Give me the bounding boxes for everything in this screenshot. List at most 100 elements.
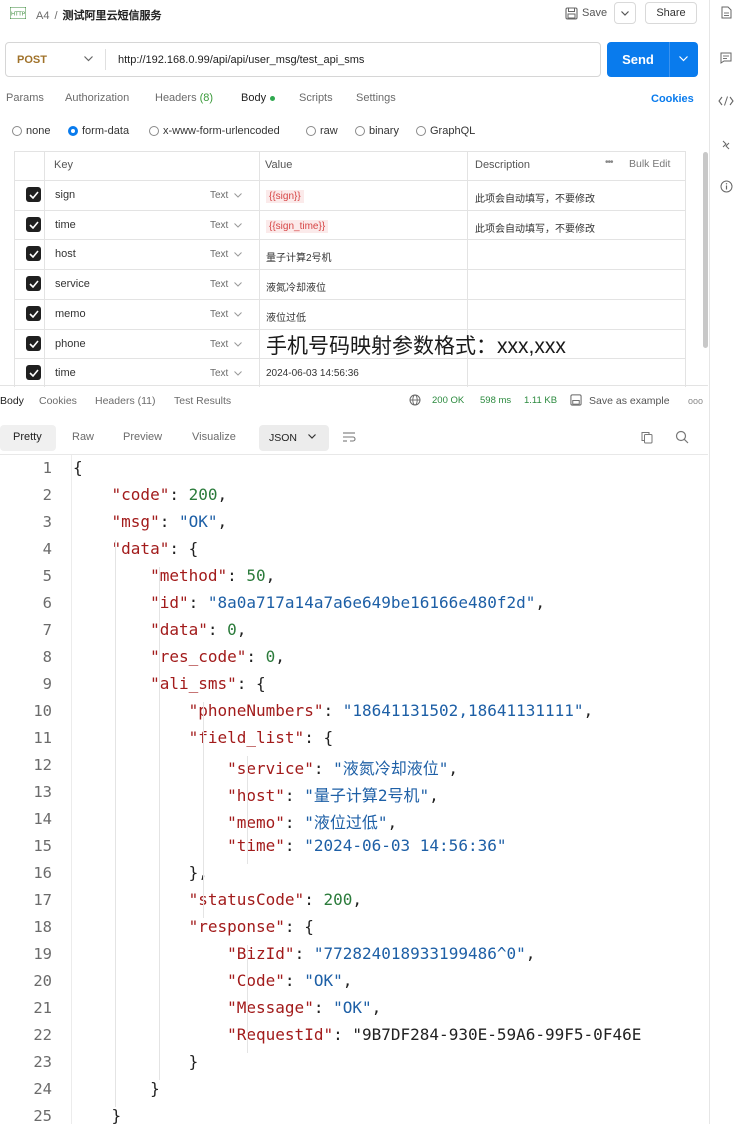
code-line[interactable]: "BizId": "772824018933199486^0", (73, 944, 535, 963)
radio-graphql[interactable]: GraphQL (416, 125, 475, 137)
param-key[interactable]: phone (55, 338, 86, 350)
search-icon[interactable] (675, 430, 689, 444)
code-line[interactable]: "service": "液氮冷却液位", (73, 755, 458, 779)
save-as-example-button[interactable]: Save as example (589, 395, 670, 407)
cookies-link[interactable]: Cookies (651, 93, 694, 105)
row-checkbox[interactable] (26, 306, 41, 321)
info-icon[interactable] (718, 178, 734, 194)
param-value[interactable]: {{sign_time}} (266, 220, 329, 233)
more-options-icon[interactable]: ••• (605, 157, 613, 168)
param-value[interactable]: 手机号码映射参数格式：xxx,xxx (266, 330, 566, 360)
param-type-select[interactable]: Text (210, 279, 243, 290)
code-line[interactable]: "Message": "OK", (73, 998, 381, 1017)
param-value[interactable]: 液氮冷却液位 (266, 279, 326, 294)
response-body-editor[interactable]: 1 {2 "code": 200, 3 "msg": "OK", 4 "data": … (0, 454, 708, 1124)
breadcrumb-workspace[interactable]: A4 (36, 10, 49, 22)
params-scrollbar[interactable] (703, 152, 708, 348)
param-type-select[interactable]: Text (210, 220, 243, 231)
code-line[interactable]: "response": { (73, 917, 314, 936)
code-line[interactable]: } (73, 1106, 122, 1124)
view-tab-visualize[interactable]: Visualize (192, 431, 236, 443)
code-line[interactable]: "statusCode": 200, (73, 890, 362, 909)
param-type-select[interactable]: Text (210, 249, 243, 260)
param-key[interactable]: memo (55, 308, 86, 320)
code-line[interactable]: "code": 200, (73, 485, 228, 504)
param-value[interactable]: {{sign}} (266, 190, 304, 203)
history-icon[interactable] (718, 137, 734, 153)
code-line[interactable]: "res_code": 0, (73, 647, 285, 666)
response-tab-body[interactable]: Body (0, 395, 24, 407)
code-line[interactable]: "msg": "OK", (73, 512, 228, 531)
tab-params[interactable]: Params (6, 92, 44, 104)
code-line[interactable]: "id": "8a0a717a14a7a6e649be16166e480f2d"… (73, 593, 545, 612)
tab-settings[interactable]: Settings (356, 92, 396, 104)
row-checkbox[interactable] (26, 246, 41, 261)
method-select[interactable]: POST (17, 54, 47, 66)
view-tab-preview[interactable]: Preview (123, 431, 162, 443)
param-value[interactable]: 2024-06-03 14:56:36 (266, 368, 359, 379)
param-type-select[interactable]: Text (210, 190, 243, 201)
radio-urlencoded[interactable]: x-www-form-urlencoded (149, 125, 280, 137)
chevron-down-icon[interactable] (679, 56, 688, 62)
param-key[interactable]: host (55, 248, 76, 260)
code-line[interactable]: "ali_sms": { (73, 674, 266, 693)
status-badge[interactable]: 200 OK (432, 395, 464, 406)
param-description[interactable]: 此项会自动填写，不要修改 (475, 220, 595, 235)
param-description[interactable]: 此项会自动填写，不要修改 (475, 190, 595, 205)
wrap-icon[interactable] (342, 431, 356, 443)
code-line[interactable]: { (73, 458, 83, 477)
code-line[interactable]: "data": { (73, 539, 199, 558)
format-select[interactable]: JSON (259, 425, 329, 451)
row-checkbox[interactable] (26, 365, 41, 380)
response-time[interactable]: 598 ms (480, 395, 511, 406)
code-line[interactable]: "method": 50, (73, 566, 275, 585)
code-line[interactable]: "memo": "液位过低", (73, 809, 397, 833)
document-icon[interactable] (718, 4, 734, 20)
tab-headers[interactable]: Headers (8) (155, 92, 213, 104)
save-options-button[interactable] (614, 2, 636, 24)
radio-none[interactable]: none (12, 125, 50, 137)
code-line[interactable]: } (73, 1052, 199, 1071)
response-tab-test-results[interactable]: Test Results (174, 395, 231, 407)
radio-binary[interactable]: binary (355, 125, 399, 137)
share-button[interactable]: Share (645, 2, 697, 24)
code-line[interactable]: }, (73, 863, 208, 882)
send-button[interactable]: Send (607, 42, 698, 77)
response-size[interactable]: 1.11 KB (524, 395, 557, 406)
radio-raw[interactable]: raw (306, 125, 338, 137)
param-key[interactable]: time (55, 367, 76, 379)
tab-body[interactable]: Body (241, 92, 276, 104)
view-tab-raw[interactable]: Raw (72, 431, 94, 443)
globe-icon[interactable] (409, 394, 421, 406)
more-options-icon[interactable]: ooo (688, 396, 703, 406)
param-value[interactable]: 液位过低 (266, 309, 306, 324)
copy-icon[interactable] (641, 431, 653, 444)
tab-authorization[interactable]: Authorization (65, 92, 129, 104)
view-tab-pretty[interactable]: Pretty (0, 425, 56, 451)
param-key[interactable]: time (55, 219, 76, 231)
param-key[interactable]: service (55, 278, 90, 290)
response-tab-cookies[interactable]: Cookies (39, 395, 77, 407)
chevron-down-icon[interactable] (84, 56, 93, 62)
row-checkbox[interactable] (26, 217, 41, 232)
row-checkbox[interactable] (26, 336, 41, 351)
row-checkbox[interactable] (26, 187, 41, 202)
param-value[interactable]: 量子计算2号机 (266, 249, 332, 264)
param-type-select[interactable]: Text (210, 339, 243, 350)
param-type-select[interactable]: Text (210, 368, 243, 379)
code-line[interactable]: } (73, 1079, 160, 1098)
code-line[interactable]: "host": "量子计算2号机", (73, 782, 439, 806)
row-checkbox[interactable] (26, 276, 41, 291)
param-type-select[interactable]: Text (210, 309, 243, 320)
url-input[interactable]: http://192.168.0.99/api/api/user_msg/tes… (118, 54, 364, 66)
code-line[interactable]: "time": "2024-06-03 14:56:36" (73, 836, 506, 855)
code-line[interactable]: "phoneNumbers": "18641131502,18641131111… (73, 701, 594, 720)
tab-scripts[interactable]: Scripts (299, 92, 333, 104)
request-name[interactable]: 测试阿里云短信服务 (63, 10, 162, 22)
radio-form-data[interactable]: form-data (68, 125, 129, 137)
param-key[interactable]: sign (55, 189, 75, 201)
save-button[interactable]: Save (560, 2, 616, 24)
bulk-edit-button[interactable]: Bulk Edit (629, 158, 670, 170)
response-tab-headers[interactable]: Headers (11) (95, 395, 156, 407)
comment-icon[interactable] (718, 50, 734, 66)
